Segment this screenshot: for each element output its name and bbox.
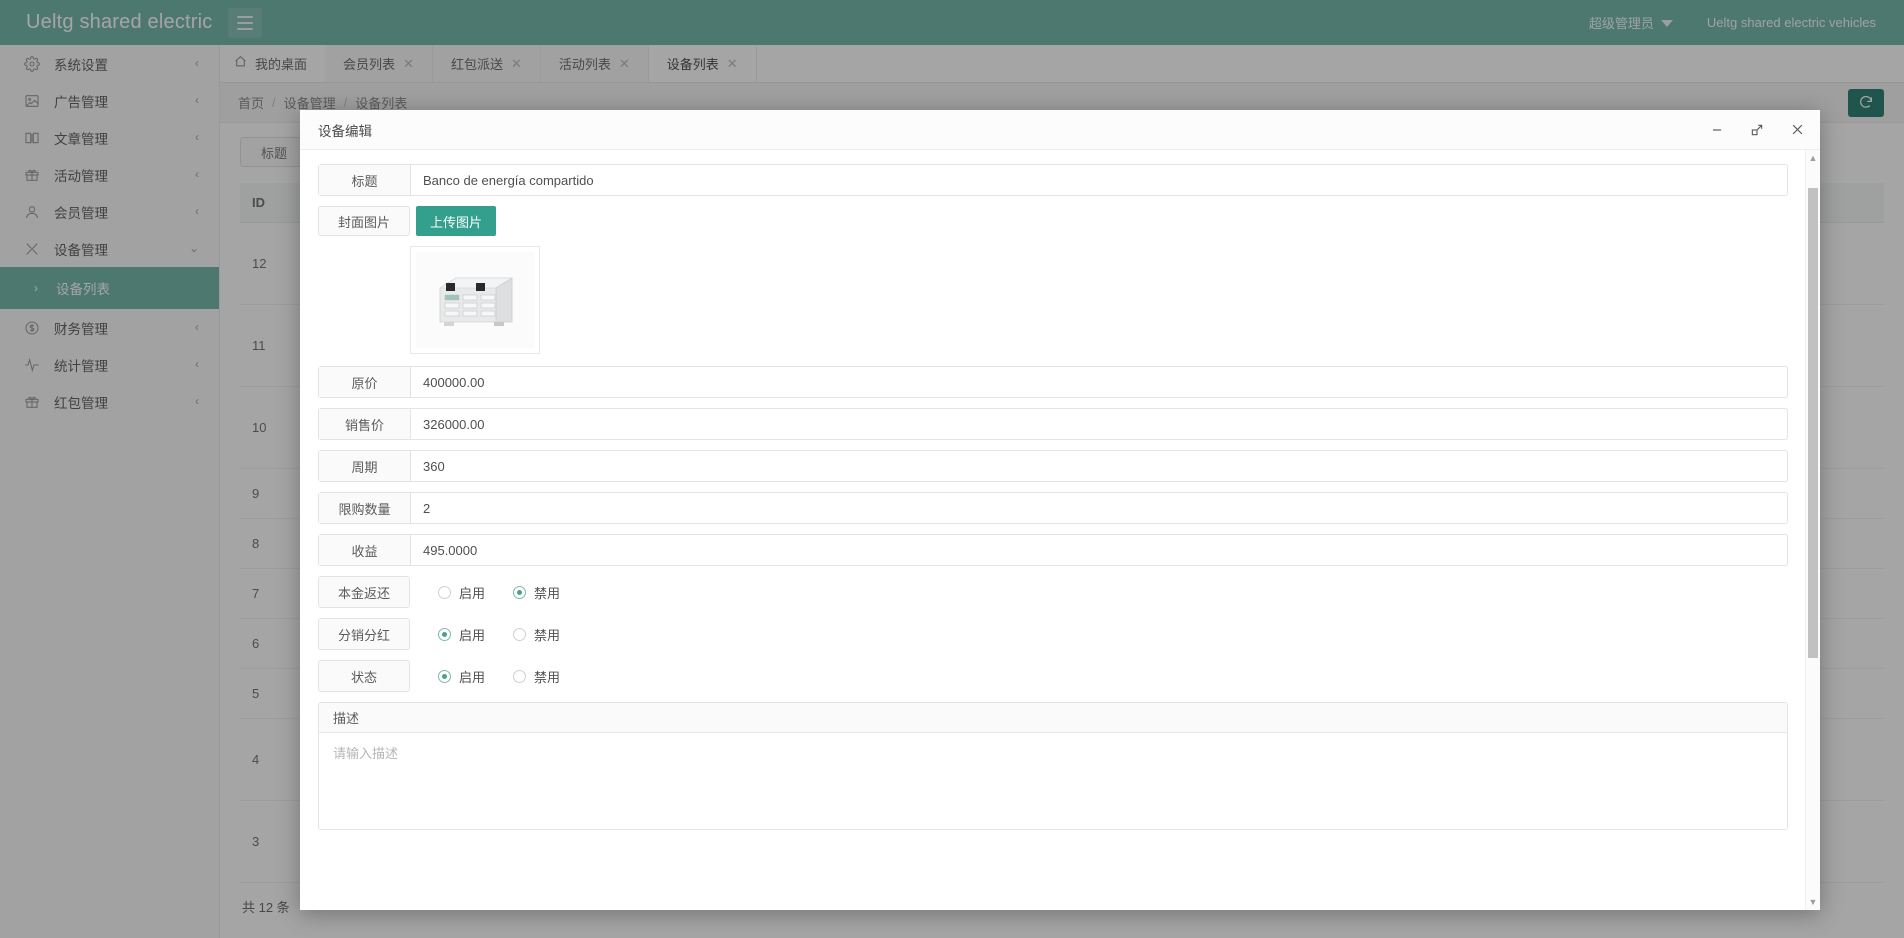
device-edit-form: 标题 Banco de energía compartido 封面图片 上传图片 <box>300 150 1806 910</box>
field-label: 分销分红 <box>318 618 410 650</box>
radio-icon <box>513 627 527 641</box>
field-cycle[interactable]: 周期 360 <box>318 450 1788 482</box>
scroll-up-arrow-icon[interactable]: ▲ <box>1806 150 1820 166</box>
modal-body: 标题 Banco de energía compartido 封面图片 上传图片 <box>300 150 1820 910</box>
scroll-down-arrow-icon[interactable]: ▼ <box>1806 894 1820 910</box>
radio-principal-return-enable[interactable]: 启用 <box>438 583 485 602</box>
limit-quantity-input[interactable]: 2 <box>411 493 1787 523</box>
radio-label: 启用 <box>459 627 486 643</box>
field-label: 销售价 <box>319 409 411 439</box>
modal-window-controls <box>1708 121 1806 139</box>
radio-icon <box>513 669 527 683</box>
field-original-price[interactable]: 原价 400000.00 <box>318 366 1788 398</box>
radio-icon-checked <box>513 585 527 599</box>
radio-label: 禁用 <box>534 669 561 685</box>
radio-icon <box>438 585 451 599</box>
field-limit-quantity[interactable]: 限购数量 2 <box>318 492 1788 524</box>
field-distribution-dividend: 分销分红 启用 禁用 <box>318 618 1788 650</box>
field-label: 周期 <box>319 451 411 481</box>
field-title[interactable]: 标题 Banco de energía compartido <box>318 164 1788 196</box>
radio-distribution-dividend-disable[interactable]: 禁用 <box>513 625 560 644</box>
field-cover-image: 封面图片 上传图片 <box>318 206 1788 236</box>
power-bank-station-thumbnail <box>416 252 534 348</box>
scrollbar-track[interactable] <box>1808 166 1818 894</box>
field-description: 描述 请输入描述 <box>318 702 1788 830</box>
field-label: 描述 <box>319 703 1787 733</box>
radio-status-enable[interactable]: 启用 <box>438 667 485 686</box>
field-principal-return: 本金返还 启用 禁用 <box>318 576 1788 608</box>
title-input[interactable]: Banco de energía compartido <box>411 165 1787 195</box>
original-price-input[interactable]: 400000.00 <box>411 367 1787 397</box>
app-root: Ueltg shared electric 超级管理员 Ueltg shared… <box>0 0 1904 938</box>
modal-title: 设备编辑 <box>318 123 372 139</box>
radio-distribution-dividend-enable[interactable]: 启用 <box>438 625 485 644</box>
radio-icon-checked <box>438 627 451 641</box>
field-label: 限购数量 <box>319 493 411 523</box>
field-profit[interactable]: 收益 495.0000 <box>318 534 1788 566</box>
modal-scrollbar[interactable]: ▲ ▼ <box>1805 150 1820 910</box>
profit-input[interactable]: 495.0000 <box>411 535 1787 565</box>
field-label: 本金返还 <box>318 576 410 608</box>
modal-header: 设备编辑 <box>300 110 1820 150</box>
field-label: 收益 <box>319 535 411 565</box>
field-status: 状态 启用 禁用 <box>318 660 1788 692</box>
field-label: 封面图片 <box>318 206 410 236</box>
upload-image-button[interactable]: 上传图片 <box>416 206 497 236</box>
description-textarea[interactable]: 请输入描述 <box>319 733 1787 829</box>
radio-label: 启用 <box>459 669 486 685</box>
radio-status-disable[interactable]: 禁用 <box>513 667 560 686</box>
field-label: 状态 <box>318 660 410 692</box>
scrollbar-thumb[interactable] <box>1808 188 1818 658</box>
minimize-icon[interactable] <box>1708 121 1726 139</box>
radio-principal-return-disable[interactable]: 禁用 <box>513 583 560 602</box>
radio-icon-checked <box>438 669 451 683</box>
sale-price-input[interactable]: 326000.00 <box>411 409 1787 439</box>
close-icon[interactable] <box>1788 121 1806 139</box>
field-sale-price[interactable]: 销售价 326000.00 <box>318 408 1788 440</box>
device-edit-modal: 设备编辑 标题 Banco de energía compartido 封面图片… <box>300 110 1820 910</box>
maximize-icon[interactable] <box>1748 121 1766 139</box>
cover-thumbnail[interactable] <box>410 246 540 354</box>
field-label: 原价 <box>319 367 411 397</box>
radio-label: 禁用 <box>534 585 561 601</box>
cycle-input[interactable]: 360 <box>411 451 1787 481</box>
radio-label: 启用 <box>459 585 486 601</box>
radio-label: 禁用 <box>534 627 561 643</box>
field-label: 标题 <box>319 165 411 195</box>
